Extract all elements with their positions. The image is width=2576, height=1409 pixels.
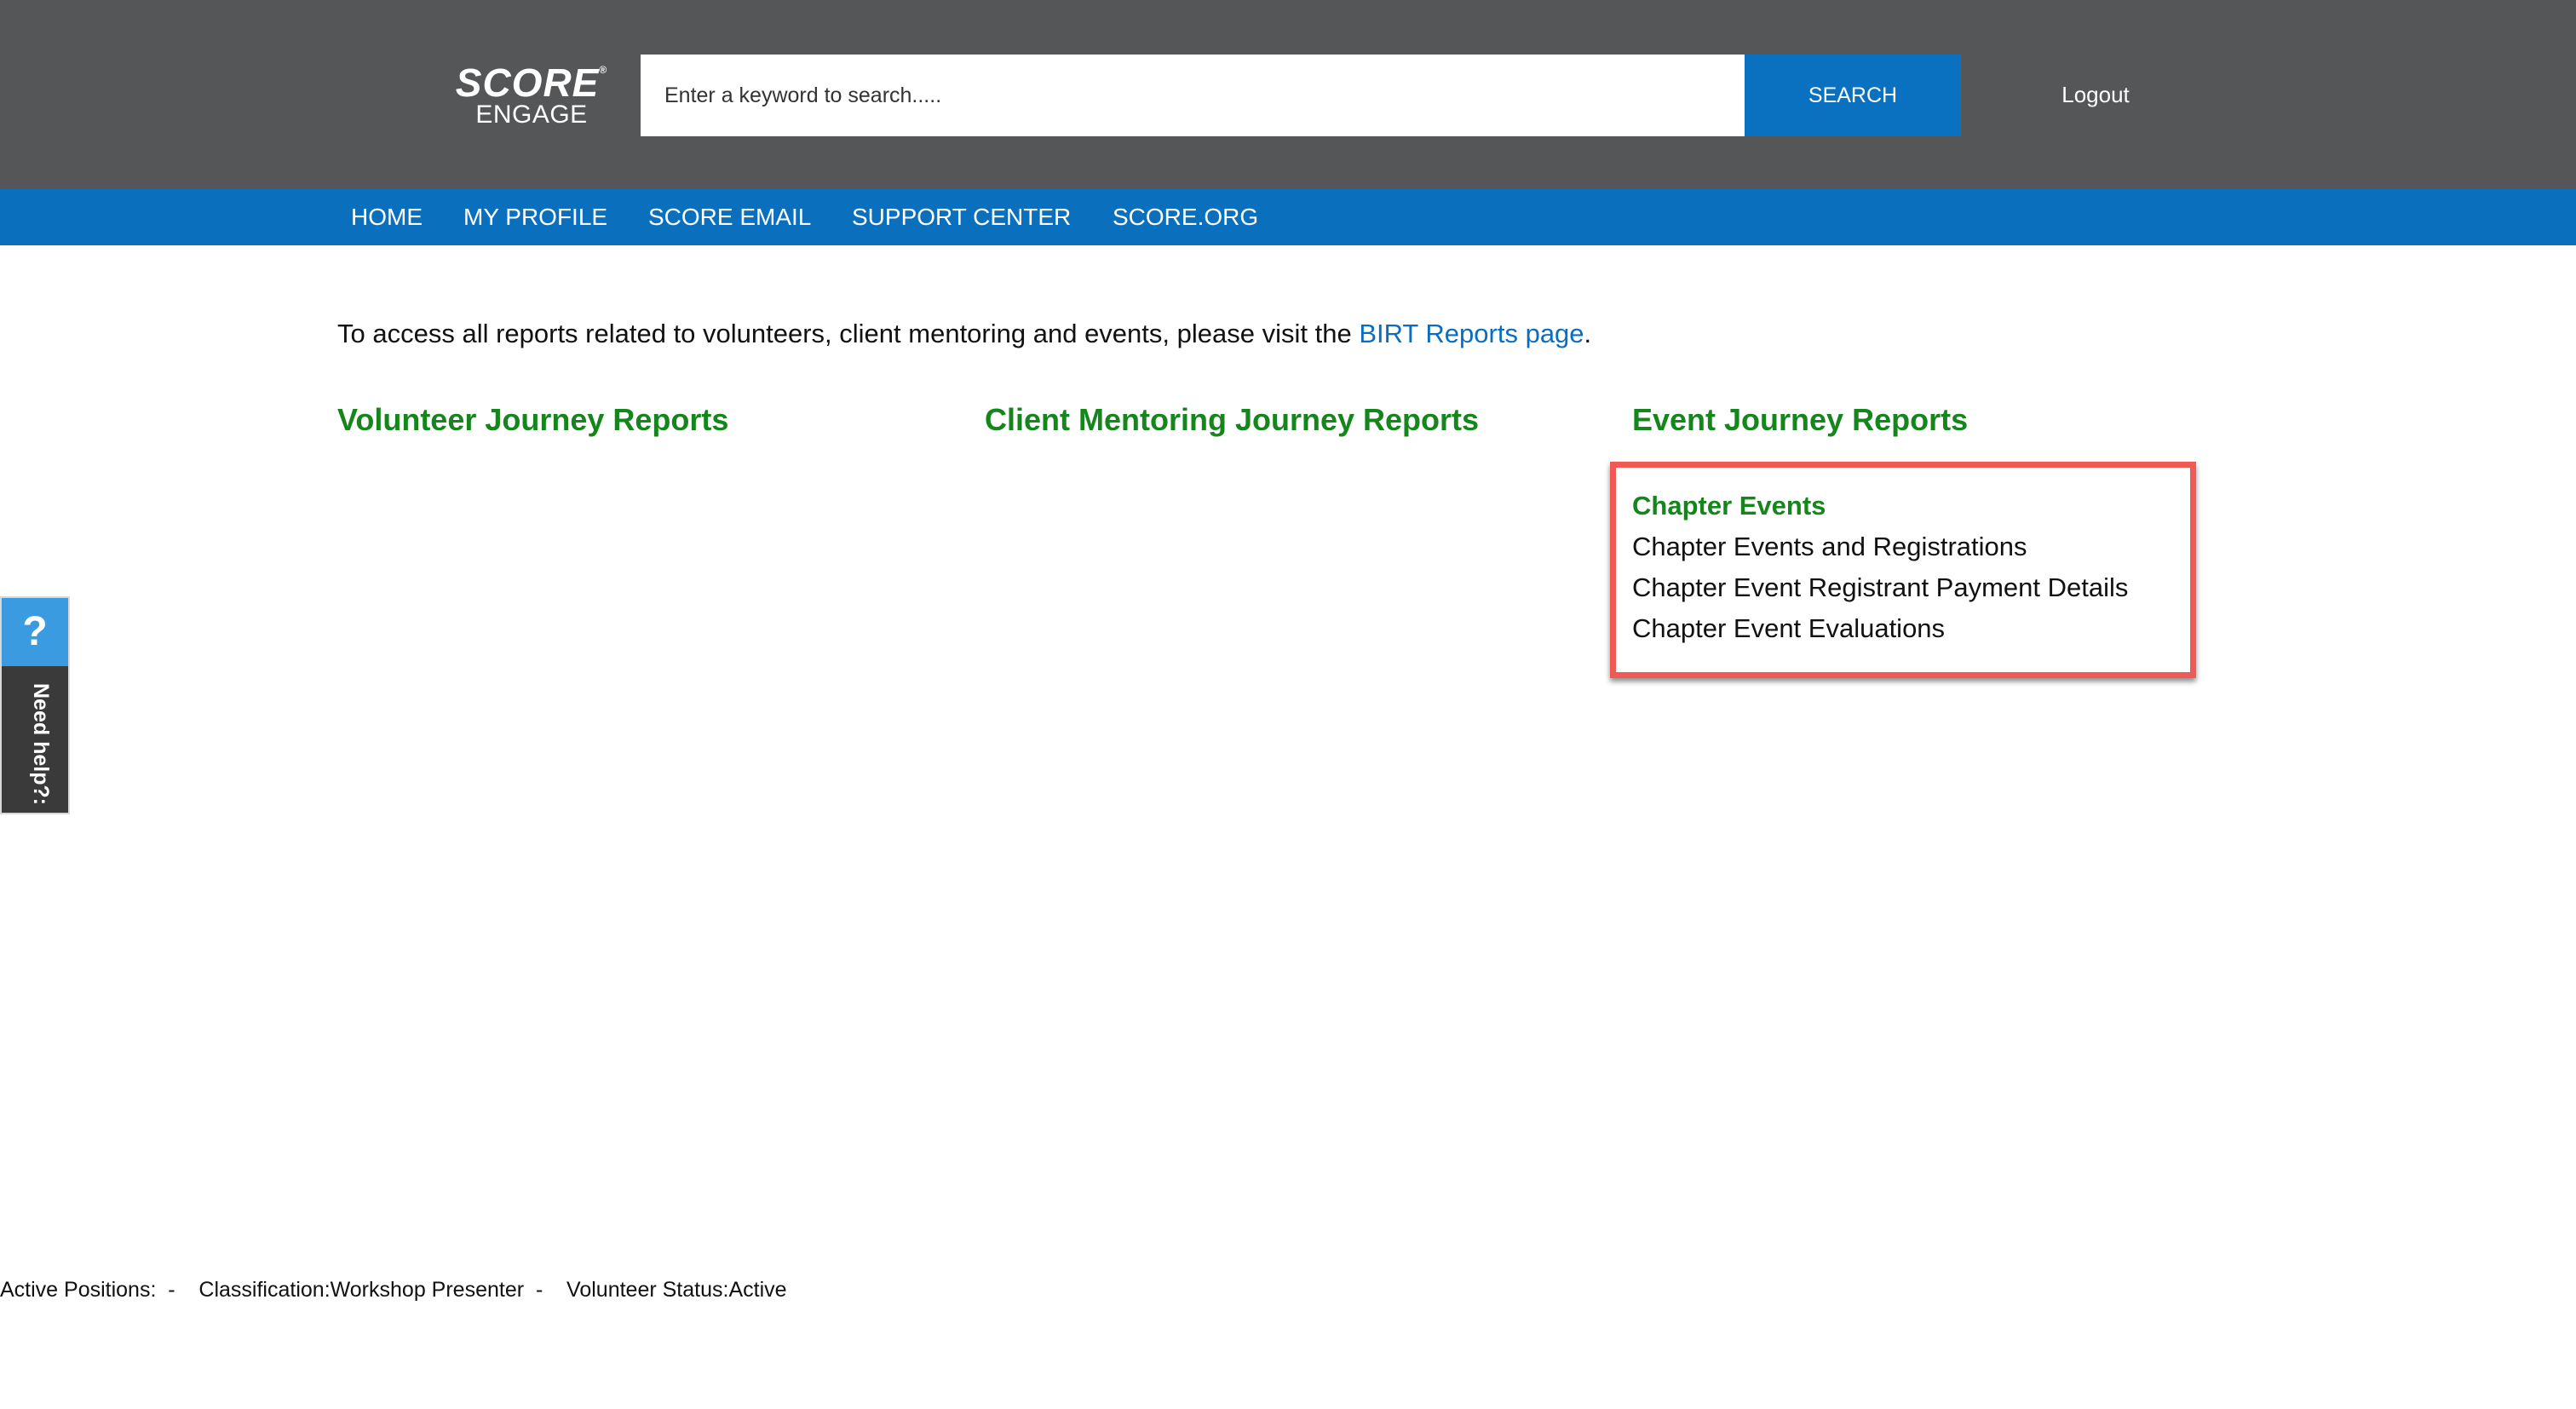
volunteer-journey-heading: Volunteer Journey Reports xyxy=(337,402,729,437)
nav-home[interactable]: HOME xyxy=(351,189,423,245)
report-chapter-event-evaluations[interactable]: Chapter Event Evaluations xyxy=(1632,613,1945,644)
score-engage-logo[interactable]: SCORE® ENGAGE xyxy=(455,63,608,128)
event-journey-heading: Event Journey Reports xyxy=(1632,402,1969,437)
volunteer-status-bar: Active Positions: - Classification:Works… xyxy=(0,1278,787,1302)
search-button[interactable]: SEARCH xyxy=(1745,55,1961,136)
report-registrant-payment-details[interactable]: Chapter Event Registrant Payment Details xyxy=(1632,572,2128,603)
top-header: SCORE® ENGAGE SEARCH Logout xyxy=(0,0,2576,189)
report-chapter-events-registrations[interactable]: Chapter Events and Registrations xyxy=(1632,532,2027,562)
birt-reports-link[interactable]: BIRT Reports page xyxy=(1359,319,1584,348)
main-nav: HOME MY PROFILE SCORE EMAIL SUPPORT CENT… xyxy=(0,189,2576,245)
intro-text-before: To access all reports related to volunte… xyxy=(337,319,1360,348)
need-help-tab[interactable]: ? Need help?: xyxy=(0,596,70,814)
nav-my-profile[interactable]: MY PROFILE xyxy=(463,189,607,245)
reports-intro-text: To access all reports related to volunte… xyxy=(337,319,1591,349)
intro-text-after: . xyxy=(1584,319,1592,348)
nav-support-center[interactable]: SUPPORT CENTER xyxy=(852,189,1071,245)
search-input[interactable] xyxy=(641,55,1745,136)
nav-score-email[interactable]: SCORE EMAIL xyxy=(648,189,811,245)
client-mentoring-journey-heading: Client Mentoring Journey Reports xyxy=(985,402,1480,437)
need-help-label: Need help?: xyxy=(29,683,53,806)
logo-engage-text: ENGAGE xyxy=(475,101,588,129)
nav-score-org[interactable]: SCORE.ORG xyxy=(1113,189,1258,245)
question-mark-icon: ? xyxy=(2,598,68,666)
logout-link[interactable]: Logout xyxy=(2027,82,2164,108)
logo-score-text: SCORE® xyxy=(455,60,608,105)
report-chapter-events[interactable]: Chapter Events xyxy=(1632,491,1826,521)
